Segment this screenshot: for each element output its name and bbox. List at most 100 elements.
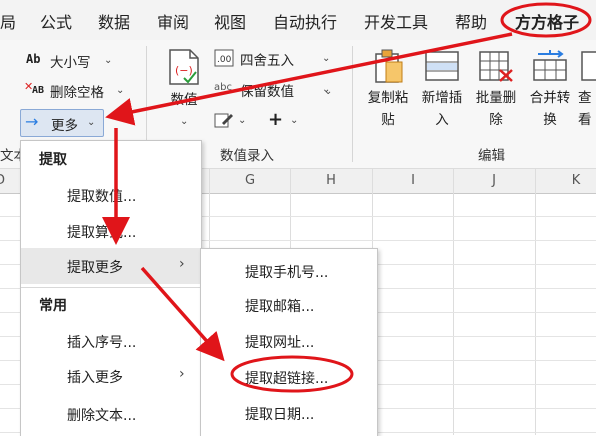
tab-view[interactable]: 视图 [214, 9, 246, 33]
svg-text:(−): (−) [175, 64, 193, 77]
submenu-item-label: 提取手机号... [245, 265, 329, 281]
copy-paste-line1: 复制粘 [367, 90, 409, 106]
insert-line2: 入 [435, 112, 449, 128]
column-header-h[interactable]: H [290, 169, 372, 193]
insert-rows-icon [425, 51, 459, 81]
chevron-down-icon: ⌄ [238, 115, 247, 126]
merge-line2: 换 [543, 112, 557, 128]
extract-more-submenu: 提取手机号... 提取邮箱... 提取网址... 提取超链接... 提取日期..… [200, 248, 378, 436]
menu-item-extract-number[interactable]: 提取数值... [21, 177, 201, 213]
view-button[interactable]: 查 看 [578, 48, 596, 140]
more-label: 更多 [51, 118, 78, 134]
submenu-item-extract-email[interactable]: 提取邮箱... [201, 287, 377, 323]
merge-convert-button[interactable]: 合并转 换 [524, 48, 576, 140]
chevron-down-icon: ⌄ [322, 53, 331, 64]
tab-developer[interactable]: 开发工具 [364, 9, 428, 33]
view-icon [581, 51, 596, 81]
chevron-right-icon: › [179, 256, 185, 272]
column-header-g[interactable]: G [209, 169, 291, 193]
edit-numeric-button[interactable]: ⌄ [214, 110, 254, 132]
insert-button[interactable]: 新增插 入 [416, 48, 468, 140]
chevron-down-icon: ⌄ [104, 55, 113, 66]
delete-grid-icon [479, 51, 513, 82]
round-icon: .00 [214, 49, 234, 67]
menu-section-common: 常用 [39, 298, 67, 314]
column-header-k[interactable]: K [535, 169, 596, 193]
merge-line1: 合并转 [529, 90, 571, 106]
tab-data[interactable]: 数据 [98, 9, 130, 33]
chevron-down-icon: ⌄ [180, 116, 189, 127]
keep-numeric-icon: abc [214, 82, 232, 93]
numeric-big-label: 数值 [170, 92, 198, 108]
pencil-icon [214, 113, 233, 128]
submenu-item-label: 提取日期... [245, 407, 315, 423]
menu-item-label: 插入序号... [67, 335, 137, 351]
clipboard-icon [375, 49, 403, 83]
tab-layout-partial[interactable]: 局 [0, 9, 16, 33]
menu-divider [21, 287, 201, 288]
menu-item-insert-more[interactable]: 插入更多 › [21, 358, 201, 394]
batch-delete-button[interactable]: 批量删 除 [470, 48, 522, 140]
merge-icon [533, 50, 567, 81]
submenu-item-extract-phone[interactable]: 提取手机号... [201, 253, 377, 289]
round-button[interactable]: .00 四舍五入 ⌄ [214, 48, 334, 70]
gridline [453, 169, 454, 435]
batch-delete-line1: 批量删 [475, 90, 517, 106]
more-button[interactable]: → 更多 ⌄ [20, 109, 104, 137]
batch-delete-line2: 除 [489, 112, 503, 128]
svg-text:.00: .00 [217, 55, 232, 65]
tab-review[interactable]: 审阅 [157, 9, 189, 33]
column-header-i[interactable]: I [372, 169, 454, 193]
trim-spaces-button[interactable]: ✕ AB 删除空格 ⌄ [22, 80, 142, 102]
column-header-j[interactable]: J [453, 169, 535, 193]
view-line1: 查 [578, 90, 592, 106]
menu-item-label: 提取更多 [67, 260, 123, 276]
submenu-item-extract-hyperlink[interactable]: 提取超链接... [201, 359, 377, 395]
submenu-item-label: 提取网址... [245, 335, 315, 351]
tab-fangfang-gezi[interactable]: 方方格子 [515, 9, 579, 33]
menu-item-label: 提取算式... [67, 225, 137, 241]
menu-section-extract: 提取 [39, 152, 67, 168]
arrow-right-icon: → [25, 112, 39, 131]
chevron-down-icon[interactable]: ⌄ [324, 86, 332, 97]
more-dropdown-menu: 提取 提取数值... 提取算式... 提取更多 › 常用 插入序号... 插入更… [20, 140, 202, 436]
case-button[interactable]: Ab 大小写 ⌄ [26, 50, 146, 72]
chevron-right-icon: › [179, 366, 185, 382]
menu-item-extract-formula[interactable]: 提取算式... [21, 213, 201, 249]
submenu-item-extract-date[interactable]: 提取日期... [201, 395, 377, 431]
gridline [535, 169, 536, 435]
tab-help[interactable]: 帮助 [455, 9, 487, 33]
numeric-doc-icon: (−) [169, 49, 199, 85]
menu-bar: 局 公式 数据 审阅 视图 自动执行 开发工具 帮助 方方格子 [0, 0, 596, 40]
chevron-down-icon: ⌄ [87, 117, 96, 128]
tab-automate[interactable]: 自动执行 [273, 9, 337, 33]
case-label: 大小写 [50, 55, 91, 71]
menu-item-delete-text[interactable]: 删除文本... [21, 396, 201, 432]
case-icon: Ab [26, 52, 41, 66]
submenu-item-extract-url[interactable]: 提取网址... [201, 323, 377, 359]
menu-item-insert-serial[interactable]: 插入序号... [21, 323, 201, 359]
keep-numeric-button[interactable]: abc 保留数值 ⌄ [214, 79, 334, 101]
group-separator [352, 46, 353, 162]
copy-paste-button[interactable]: 复制粘 贴 [362, 48, 414, 140]
keep-numeric-label: 保留数值 [240, 84, 294, 100]
group-label-numeric: 数值录入 [220, 148, 274, 164]
add-button[interactable]: + ⌄ [268, 109, 304, 132]
submenu-item-label: 提取超链接... [245, 371, 329, 387]
chevron-down-icon: ⌄ [116, 85, 125, 96]
trim-icon: AB [32, 85, 45, 96]
copy-paste-line2: 贴 [381, 112, 395, 128]
submenu-item-label: 提取邮箱... [245, 299, 315, 315]
insert-line1: 新增插 [421, 90, 463, 106]
chevron-down-icon: ⌄ [290, 115, 299, 126]
group-label-edit: 编辑 [478, 148, 505, 164]
trim-label: 删除空格 [50, 85, 104, 101]
numeric-big-button[interactable]: (−) 数值 ⌄ [160, 48, 208, 132]
menu-item-label: 插入更多 [67, 370, 123, 386]
plus-icon: + [268, 109, 284, 130]
view-line2: 看 [578, 112, 592, 128]
tab-formulas[interactable]: 公式 [40, 9, 72, 33]
menu-item-label: 删除文本... [67, 408, 137, 424]
menu-item-extract-more[interactable]: 提取更多 › [21, 248, 201, 284]
menu-item-label: 提取数值... [67, 189, 137, 205]
